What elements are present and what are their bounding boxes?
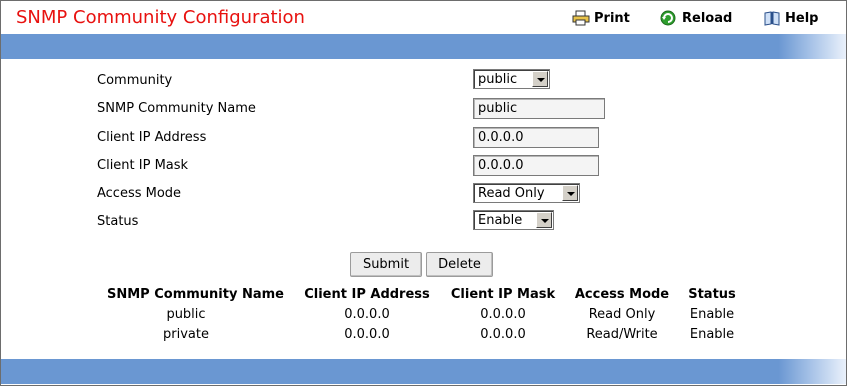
delete-button[interactable]: Delete — [426, 252, 493, 277]
print-label: Print — [594, 10, 630, 26]
table-cell: 0.0.0.0 — [480, 327, 526, 342]
table-header-ip: Client IP Address — [304, 287, 430, 302]
table-cell: private — [163, 327, 209, 342]
table-cell: 0.0.0.0 — [344, 307, 390, 322]
help-book-icon — [763, 10, 781, 26]
table-header-status: Status — [688, 287, 736, 302]
table-cell: Enable — [689, 307, 735, 322]
table-cell: 0.0.0.0 — [480, 307, 526, 322]
chevron-down-icon — [562, 185, 578, 201]
community-name-field[interactable]: public — [473, 98, 605, 119]
help-button[interactable]: Help — [763, 9, 818, 27]
help-label: Help — [785, 10, 819, 26]
header: SNMP Community Configuration Print Reloa… — [1, 1, 846, 34]
client-mask-label: Client IP Mask — [97, 158, 189, 173]
submit-button[interactable]: Submit — [350, 252, 422, 277]
access-mode-label: Access Mode — [97, 186, 182, 201]
status-label: Status — [97, 214, 139, 229]
client-mask-field[interactable]: 0.0.0.0 — [473, 155, 599, 176]
table-cell: Enable — [689, 327, 735, 342]
client-ip-value: 0.0.0.0 — [478, 130, 524, 145]
reload-button[interactable]: Reload — [660, 9, 732, 27]
table-cell: Read Only — [588, 307, 656, 322]
status-value: Enable — [478, 212, 523, 228]
table-header-name: SNMP Community Name — [107, 287, 284, 302]
access-mode-select[interactable]: Read Only — [473, 183, 580, 203]
print-button[interactable]: Print — [572, 9, 630, 27]
table-cell: 0.0.0.0 — [344, 327, 390, 342]
reload-icon — [660, 10, 678, 26]
reload-label: Reload — [682, 10, 733, 26]
page-title: SNMP Community Configuration — [16, 7, 305, 28]
table-header-access: Access Mode — [574, 287, 670, 302]
client-ip-label: Client IP Address — [97, 130, 207, 145]
community-name-value: public — [478, 101, 518, 116]
community-label: Community — [97, 73, 173, 88]
client-ip-field[interactable]: 0.0.0.0 — [473, 127, 599, 148]
top-bar — [1, 34, 846, 59]
status-select[interactable]: Enable — [473, 210, 554, 230]
table-cell: Read/Write — [586, 327, 658, 342]
page-frame: SNMP Community Configuration Print Reloa… — [0, 0, 847, 386]
table-header-mask: Client IP Mask — [450, 287, 556, 302]
client-mask-value: 0.0.0.0 — [478, 158, 524, 173]
community-select[interactable]: public — [473, 69, 550, 89]
table-cell: public — [166, 307, 206, 322]
chevron-down-icon — [532, 71, 548, 87]
community-select-value: public — [478, 71, 518, 87]
chevron-down-icon — [536, 212, 552, 228]
access-mode-value: Read Only — [478, 185, 545, 201]
community-name-label: SNMP Community Name — [97, 101, 256, 116]
bottom-bar — [1, 359, 846, 384]
printer-icon — [572, 10, 590, 26]
